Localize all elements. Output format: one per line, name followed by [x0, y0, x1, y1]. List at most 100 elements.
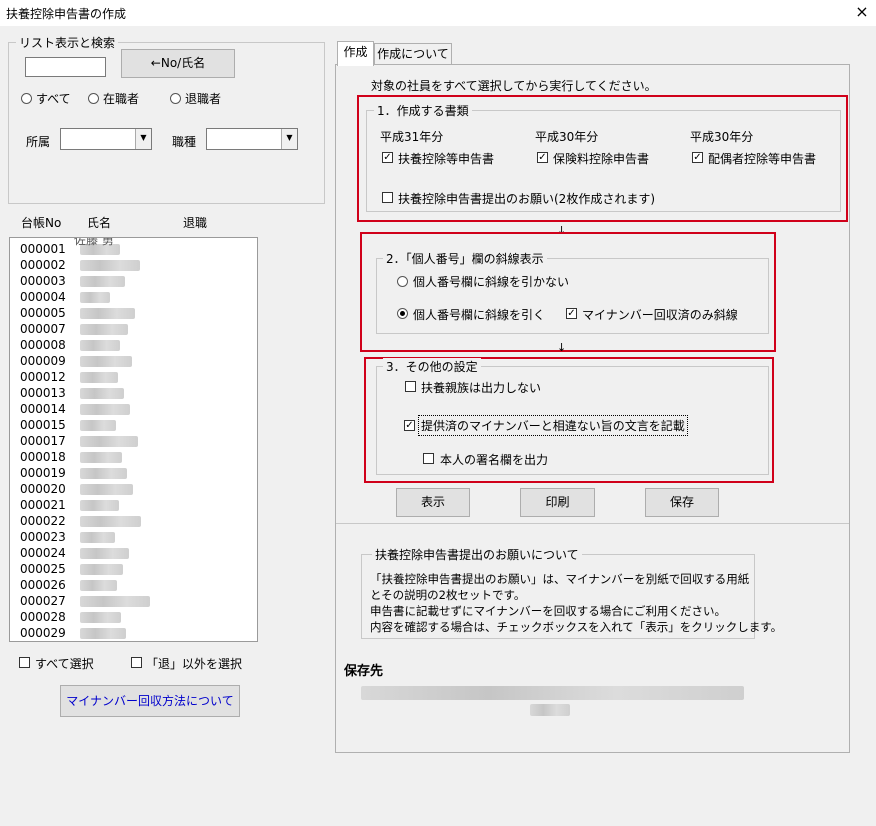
list-item-name-redacted: [80, 324, 128, 335]
doc3-checkbox[interactable]: ✓: [692, 152, 703, 163]
doc3-label: 配偶者控除等申告書: [708, 152, 817, 166]
radio-active-label: 在職者: [103, 92, 140, 106]
list-item-no: 000012: [20, 370, 66, 384]
list-item-no: 000008: [20, 338, 66, 352]
list-item-no: 000027: [20, 594, 66, 608]
list-item[interactable]: 000013: [20, 385, 66, 401]
list-item-no: 000028: [20, 610, 66, 624]
list-item-name-redacted: [80, 532, 115, 543]
list-item[interactable]: 000023: [20, 529, 66, 545]
list-item-no: 000018: [20, 450, 66, 464]
list-item[interactable]: 000017: [20, 433, 66, 449]
list-item[interactable]: 000029: [20, 625, 66, 641]
list-item[interactable]: 000014: [20, 401, 66, 417]
doc2-checkbox[interactable]: ✓: [537, 152, 548, 163]
doc1-checkbox[interactable]: ✓: [382, 152, 393, 163]
radio-no-line-label: 個人番号欄に斜線を引かない: [413, 275, 570, 289]
tab-about[interactable]: 作成について: [374, 43, 452, 65]
doc1-label: 扶養控除等申告書: [398, 152, 495, 166]
dept-select[interactable]: ▼: [60, 128, 152, 150]
chevron-down-icon[interactable]: ▼: [281, 129, 297, 149]
list-item-no: 000029: [20, 626, 66, 640]
list-item[interactable]: 000015: [20, 417, 66, 433]
toggle-no-name-label: ←No/氏名: [150, 56, 206, 70]
list-item-no: 000019: [20, 466, 66, 480]
list-item[interactable]: 000026: [20, 577, 66, 593]
arrow-down-icon: ↓: [557, 341, 567, 354]
list-item[interactable]: 000005: [20, 305, 66, 321]
list-item-name-redacted: [80, 484, 133, 495]
list-item[interactable]: 000003: [20, 273, 66, 289]
list-item-name-redacted: [80, 260, 140, 271]
signature-label: 本人の署名欄を出力: [440, 453, 549, 467]
list-item[interactable]: 000018: [20, 449, 66, 465]
save-button[interactable]: 保存: [645, 488, 719, 517]
toggle-no-name-button[interactable]: ←No/氏名: [121, 49, 235, 78]
radio-active[interactable]: [88, 93, 99, 104]
doc4-checkbox[interactable]: [382, 192, 393, 203]
year-label-1: 平成31年分: [380, 130, 444, 144]
list-item-name-redacted: [80, 596, 150, 607]
radio-all[interactable]: [21, 93, 32, 104]
radio-line[interactable]: [397, 308, 408, 319]
print-button[interactable]: 印刷: [520, 488, 595, 517]
list-item[interactable]: 000002: [20, 257, 66, 273]
header-retired: 退職: [183, 216, 208, 230]
list-item[interactable]: 000019: [20, 465, 66, 481]
list-item[interactable]: 000007: [20, 321, 66, 337]
statement-label: 提供済のマイナンバーと相違ない旨の文言を記載: [418, 415, 688, 436]
show-button[interactable]: 表示: [396, 488, 470, 517]
list-item-name-redacted: [80, 468, 127, 479]
list-item-name-redacted: [80, 452, 122, 463]
select-non-retired-checkbox[interactable]: [131, 657, 142, 668]
list-item[interactable]: 000004: [20, 289, 66, 305]
list-item[interactable]: 000012: [20, 369, 66, 385]
info-line-4: 内容を確認する場合は、チェックボックスを入れて「表示」をクリックします。: [370, 620, 783, 634]
statement-checkbox[interactable]: ✓: [404, 420, 415, 431]
radio-no-line[interactable]: [397, 276, 408, 287]
mynumber-method-label: マイナンバー回収方法について: [66, 694, 234, 708]
list-item[interactable]: 000022: [20, 513, 66, 529]
list-item-no: 000001: [20, 242, 66, 256]
no-dependents-label: 扶養親族は出力しない: [421, 381, 542, 395]
radio-retired[interactable]: [170, 93, 181, 104]
list-item-no: 000026: [20, 578, 66, 592]
collected-only-checkbox[interactable]: ✓: [566, 308, 577, 319]
list-item-no: 000024: [20, 546, 66, 560]
list-item[interactable]: 000027: [20, 593, 66, 609]
radio-line-label: 個人番号欄に斜線を引く: [413, 308, 546, 322]
list-item[interactable]: 000024: [20, 545, 66, 561]
info-line-3: 申告書に記載せずにマイナンバーを回収する場合にご利用ください。: [370, 604, 727, 618]
info-legend: 扶養控除申告書提出のお願いについて: [372, 546, 582, 563]
list-item-name-redacted: [80, 276, 125, 287]
list-item-name: 佐藤 勇: [74, 237, 114, 247]
list-item[interactable]: 000025: [20, 561, 66, 577]
list-item-name-redacted: [80, 340, 120, 351]
close-icon[interactable]: ×: [852, 2, 872, 22]
job-select[interactable]: ▼: [206, 128, 298, 150]
job-label: 職種: [172, 135, 197, 149]
no-dependents-checkbox[interactable]: [405, 381, 416, 392]
list-item-no: 000015: [20, 418, 66, 432]
list-item[interactable]: 000020: [20, 481, 66, 497]
search-input[interactable]: [25, 57, 106, 77]
chevron-down-icon[interactable]: ▼: [135, 129, 151, 149]
list-item[interactable]: 000021: [20, 497, 66, 513]
tab-create[interactable]: 作成: [337, 41, 374, 66]
list-item[interactable]: 000008: [20, 337, 66, 353]
list-item-name-redacted: [80, 548, 129, 559]
list-item-no: 000013: [20, 386, 66, 400]
list-item[interactable]: 000001: [20, 241, 66, 257]
mynumber-method-button[interactable]: マイナンバー回収方法について: [60, 685, 240, 717]
list-item[interactable]: 000009: [20, 353, 66, 369]
doc4-label: 扶養控除申告書提出のお願い(2枚作成されます): [398, 192, 655, 206]
collected-only-label: マイナンバー回収済のみ斜線: [582, 308, 738, 322]
list-item-name-redacted: [80, 292, 110, 303]
employee-list[interactable]: 000001 000002 000003 000004 000005 000007 0000…: [9, 237, 258, 642]
select-all-checkbox[interactable]: [19, 657, 30, 668]
select-all-label: すべて選択: [35, 657, 94, 671]
list-item-name-redacted: [80, 356, 132, 367]
signature-checkbox[interactable]: [423, 453, 434, 464]
list-item-no: 000009: [20, 354, 66, 368]
list-item[interactable]: 000028: [20, 609, 66, 625]
